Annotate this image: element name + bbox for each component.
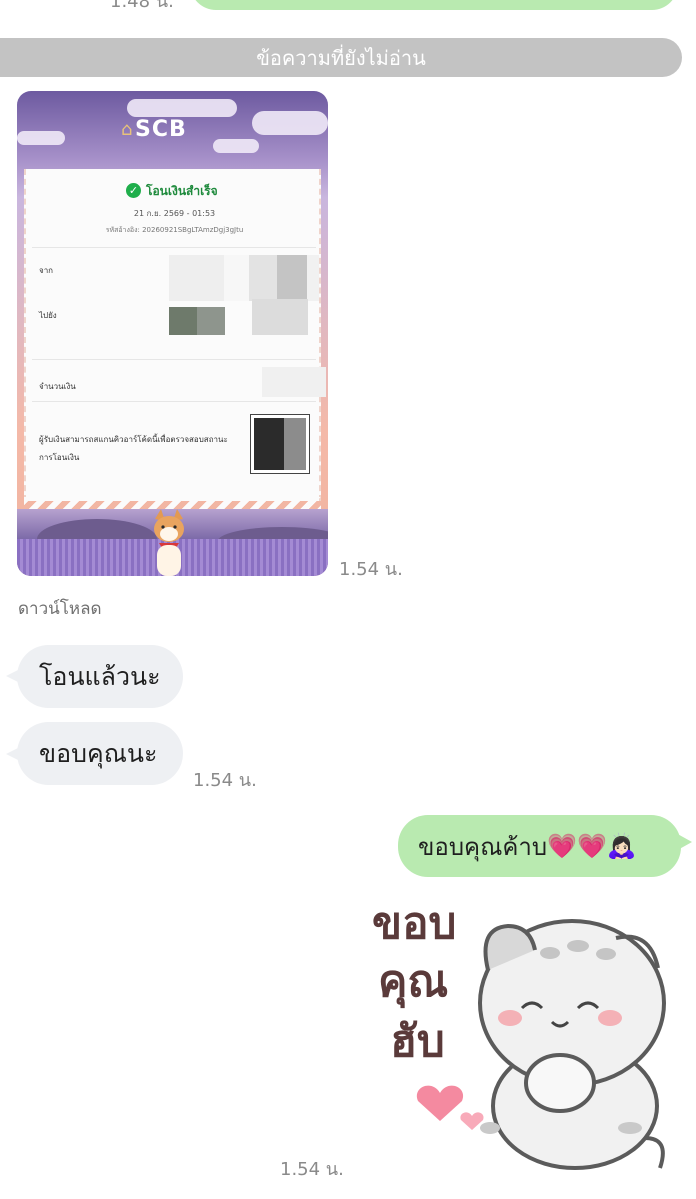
slip-card: ✓ โอนเงินสำเร็จ 21 ก.ย. 2569 - 01:53 รหั… (24, 169, 326, 501)
shiba-dog-icon (154, 509, 184, 576)
sticker-timestamp: 1.54 น. (280, 1159, 344, 1180)
redacted-qr-code (250, 414, 310, 474)
pink-hearts-icon (416, 1085, 484, 1130)
message-timestamp: 1.54 น. (193, 770, 257, 791)
redacted-sender (169, 255, 319, 301)
qr-note: ผู้รับเงินสามารถสแกนคิวอาร์โค้ดนี้เพื่อต… (39, 435, 228, 462)
redacted-recipient (169, 307, 197, 335)
scb-logo-icon: ⌂ (121, 119, 133, 140)
incoming-message-bubble[interactable]: โอนแล้วนะ (17, 645, 183, 708)
transfer-slip-image[interactable]: ⌂ SCB ✓ โอนเงินสำเร็จ 21 ก.ย. 2569 - 01:… (17, 91, 328, 576)
redacted-recipient-3 (252, 299, 308, 335)
outgoing-message-bubble[interactable]: ขอบคุณค้าบ 💗💗🙇🏻‍♀️ (398, 815, 681, 877)
redacted-amount (262, 367, 326, 397)
thank-you-cat-sticker[interactable]: ขอบ คุณ ฮับ (360, 888, 680, 1178)
unread-divider-label: ข้อความที่ยังไม่อ่าน (256, 45, 426, 70)
grey-cat-icon (478, 919, 666, 1170)
to-label: ไปยัง (39, 311, 57, 320)
amount-label: จำนวนเงิน (39, 382, 76, 391)
message-text: โอนแล้วนะ (39, 661, 161, 691)
redacted-recipient-2 (197, 307, 225, 335)
transfer-datetime: 21 ก.ย. 2569 - 01:53 (133, 209, 216, 218)
unread-divider: ข้อความที่ยังไม่อ่าน (0, 38, 682, 77)
success-check-icon: ✓ (126, 183, 141, 198)
from-label: จาก (39, 266, 54, 275)
transfer-status: โอนเงินสำเร็จ (146, 184, 218, 198)
slip-timestamp: 1.54 น. (339, 559, 403, 580)
sticker-text-line-2: คุณ (378, 956, 448, 1009)
previous-outgoing-bubble[interactable] (190, 0, 678, 10)
transfer-reference: รหัสอ้างอิง: 20260921SBgLTAmzDgj3gJtu (105, 226, 244, 234)
download-link[interactable]: ดาวน์โหลด (18, 595, 102, 622)
heart-bow-emoji: 💗💗🙇🏻‍♀️ (547, 832, 637, 860)
incoming-message-bubble[interactable]: ขอบคุณนะ (17, 722, 183, 785)
sticker-text-line-3: ฮับ (390, 1016, 445, 1067)
bank-logo-text: SCB (135, 117, 187, 142)
message-text: ขอบคุณค้าบ (418, 832, 548, 861)
previous-timestamp: 1.48 น. (110, 0, 174, 12)
message-text: ขอบคุณนะ (39, 738, 158, 768)
sticker-text-line-1: ขอบ (372, 898, 456, 949)
